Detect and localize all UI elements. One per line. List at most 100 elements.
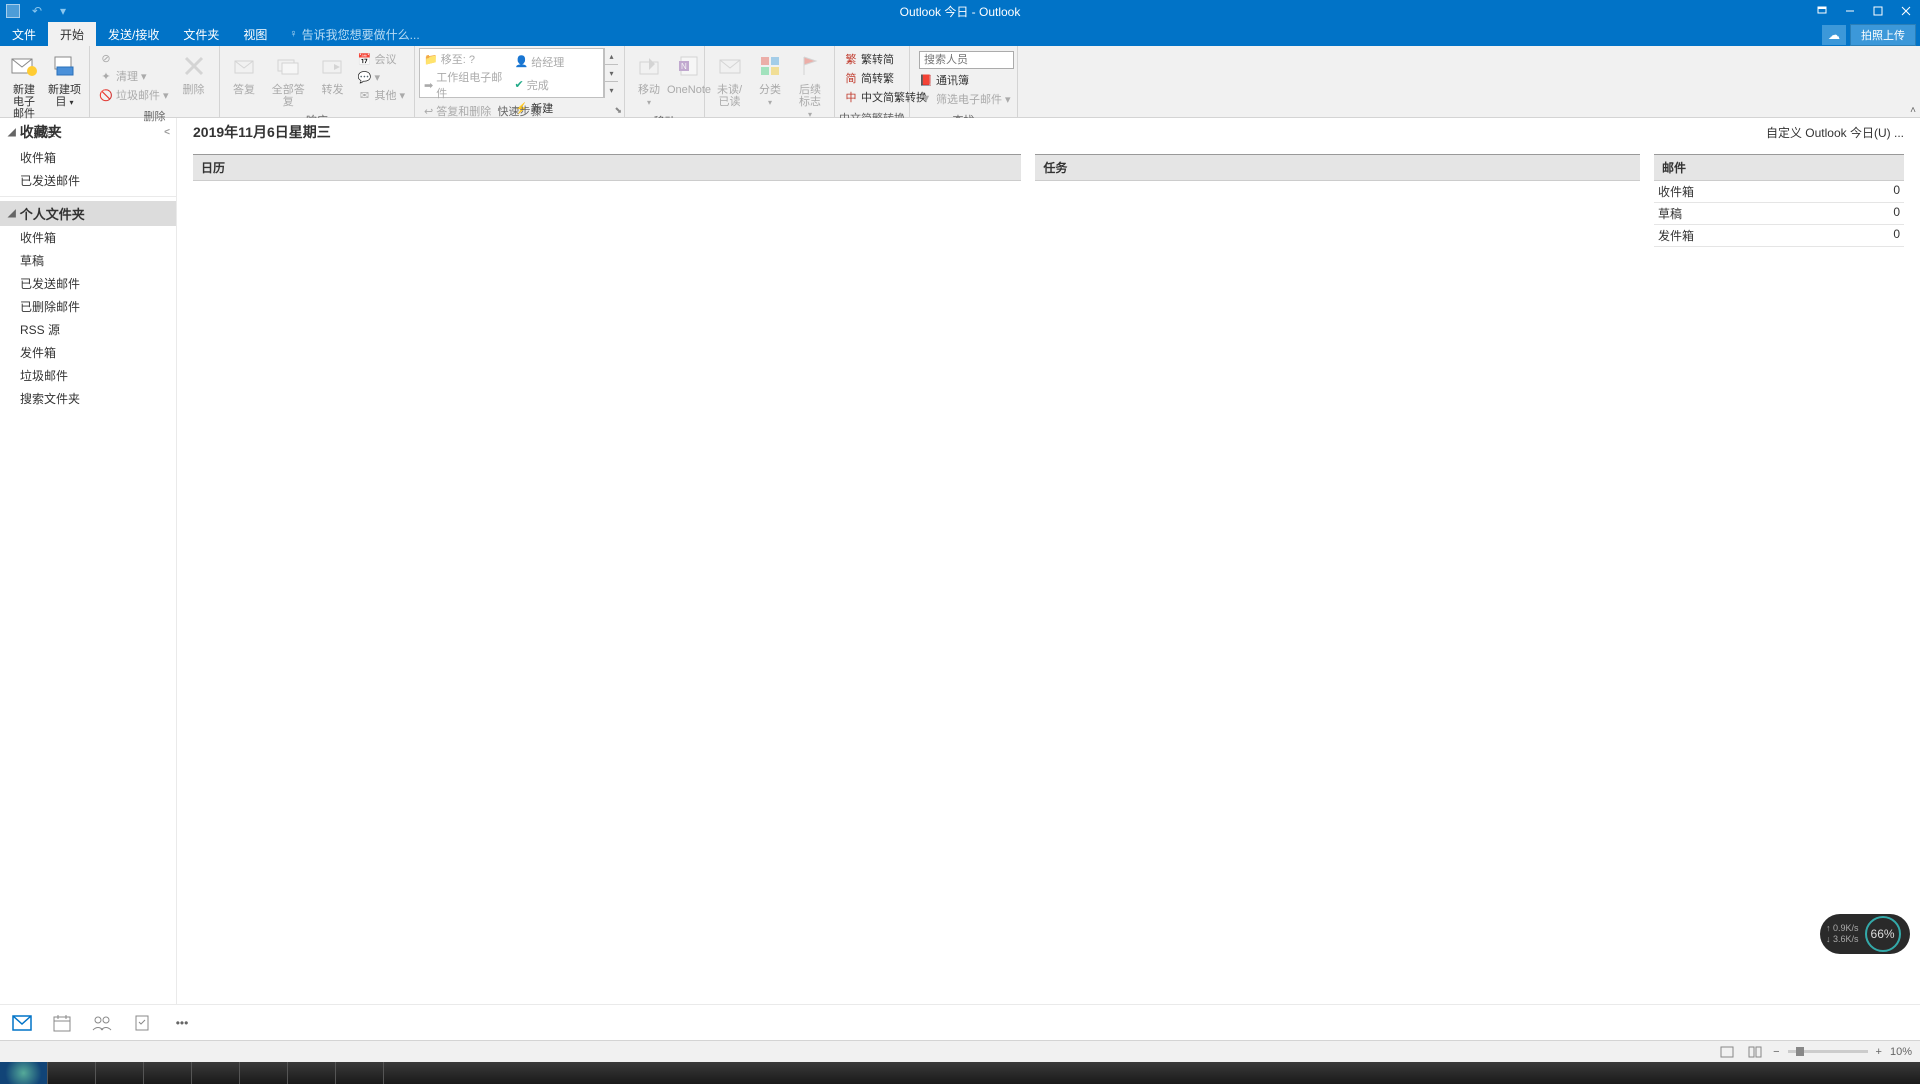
tasks-panel: 任务	[1035, 154, 1640, 247]
taskbar-app-7[interactable]	[336, 1062, 384, 1084]
other-button[interactable]: ✉其他 ▾	[354, 86, 408, 104]
taskbar	[0, 1062, 1920, 1084]
categorize-button[interactable]: 分类▾	[750, 48, 790, 111]
tab-folder[interactable]: 文件夹	[171, 22, 231, 46]
reply-all-icon	[272, 50, 304, 82]
onenote-icon: N	[673, 50, 705, 82]
nav-people-icon[interactable]	[92, 1013, 112, 1033]
title-bar: ↶ ▾ Outlook 今日 - Outlook	[0, 0, 1920, 22]
nav-tasks-icon[interactable]	[132, 1013, 152, 1033]
undo-button[interactable]: ↶	[28, 3, 46, 19]
minimize-button[interactable]	[1836, 0, 1864, 22]
view-reading-button[interactable]	[1745, 1044, 1765, 1060]
maximize-button[interactable]	[1864, 0, 1892, 22]
meeting-button[interactable]: 📅会议	[354, 50, 408, 68]
customize-link[interactable]: 自定义 Outlook 今日(U) ...	[1766, 124, 1904, 141]
qs-scroll-down[interactable]: ▾	[605, 65, 618, 82]
sidebar-item-outbox[interactable]: 发件箱	[0, 341, 176, 364]
collapse-ribbon-button[interactable]: ˄	[1910, 105, 1916, 116]
zoom-slider[interactable]	[1788, 1050, 1868, 1053]
view-normal-button[interactable]	[1717, 1044, 1737, 1060]
new-mail-button[interactable]: 新建 电子邮件	[4, 48, 44, 122]
start-button[interactable]	[0, 1062, 48, 1084]
usage-percent: 66%	[1865, 916, 1901, 952]
upload-button[interactable]: 拍照上传	[1850, 24, 1916, 46]
ribbon-options-button[interactable]	[1808, 0, 1836, 22]
tab-send-receive[interactable]: 发送/接收	[96, 22, 171, 46]
im-button[interactable]: 💬 ▾	[354, 69, 408, 85]
qs-scroll-up[interactable]: ▴	[605, 48, 618, 65]
move-button[interactable]: 移动▾	[629, 48, 669, 111]
flag-icon	[794, 50, 826, 82]
qs-expand[interactable]: ▾	[605, 82, 618, 98]
t2s-icon: 繁	[844, 52, 858, 66]
taskbar-app-3[interactable]	[144, 1062, 192, 1084]
onenote-button[interactable]: NOneNote	[669, 48, 709, 98]
forward-icon: ➡	[424, 79, 433, 92]
sidebar-item-sent[interactable]: 已发送邮件	[0, 169, 176, 192]
sidebar-item-drafts[interactable]: 草稿	[0, 249, 176, 272]
new-item-button[interactable]: 新建项目 ▾	[44, 48, 85, 111]
window-title: Outlook 今日 - Outlook	[900, 3, 1021, 20]
quick-steps-gallery[interactable]: 📁移至: ? ➡工作组电子邮件 ↩答复和删除 👤给经理 ✔完成 ⚡新建	[419, 48, 604, 98]
favorites-header[interactable]: ◢ 收藏夹 <	[0, 118, 176, 146]
unread-button[interactable]: 未读/已读	[709, 48, 750, 110]
tell-me-search[interactable]: ♀ 告诉我您想要做什么...	[289, 22, 419, 46]
forward-icon	[316, 50, 348, 82]
group-quicksteps-label: 快速步骤	[415, 103, 624, 117]
taskbar-app-4[interactable]	[192, 1062, 240, 1084]
search-people[interactable]	[916, 50, 1017, 70]
ignore-button[interactable]: ⊘	[96, 50, 172, 66]
convert-icon: 中	[844, 90, 858, 104]
junk-button[interactable]: 🚫垃圾邮件 ▾	[96, 86, 172, 104]
reply-button[interactable]: 答复	[224, 48, 264, 98]
zoom-out-button[interactable]: −	[1773, 1046, 1779, 1058]
delete-button[interactable]: 删除	[174, 48, 214, 98]
taskbar-app-1[interactable]	[48, 1062, 96, 1084]
network-widget[interactable]: ↑ 0.9K/s ↓ 3.6K/s 66%	[1820, 914, 1910, 954]
zoom-in-button[interactable]: +	[1876, 1046, 1882, 1058]
mail-row-drafts[interactable]: 草稿0	[1654, 203, 1904, 225]
addressbook-button[interactable]: 📕通讯簿	[916, 71, 1017, 89]
categorize-icon	[754, 50, 786, 82]
mail-row-inbox[interactable]: 收件箱0	[1654, 181, 1904, 203]
tab-home[interactable]: 开始	[48, 22, 96, 46]
new-mail-icon	[8, 50, 40, 82]
caret-down-icon: ◢	[8, 127, 16, 138]
followup-button[interactable]: 后续标志▾	[790, 48, 830, 123]
personal-folders-header[interactable]: ◢ 个人文件夹	[0, 201, 176, 226]
sidebar-item-rss[interactable]: RSS 源	[0, 318, 176, 341]
reply-icon	[228, 50, 260, 82]
tab-file[interactable]: 文件	[0, 22, 48, 46]
sidebar-item-sent2[interactable]: 已发送邮件	[0, 272, 176, 295]
nav-bar: •••	[0, 1004, 1920, 1040]
nav-calendar-icon[interactable]	[52, 1013, 72, 1033]
svg-text:N: N	[681, 62, 687, 71]
zoom-level[interactable]: 10%	[1890, 1046, 1912, 1058]
mail-header: 邮件	[1654, 155, 1904, 181]
cloud-upload-icon[interactable]: ☁	[1822, 25, 1846, 45]
nav-more-icon[interactable]: •••	[172, 1013, 192, 1033]
tasks-header: 任务	[1035, 155, 1640, 181]
sidebar-collapse-button[interactable]: <	[164, 127, 170, 138]
mail-row-outbox[interactable]: 发件箱0	[1654, 225, 1904, 247]
sidebar-item-deleted[interactable]: 已删除邮件	[0, 295, 176, 318]
quicksteps-launcher[interactable]: ⬊	[614, 105, 622, 116]
search-people-input[interactable]	[919, 51, 1014, 69]
clean-button[interactable]: ✦清理 ▾	[96, 67, 172, 85]
nav-mail-icon[interactable]	[12, 1013, 32, 1033]
forward-button[interactable]: 转发	[312, 48, 352, 98]
tab-view[interactable]: 视图	[231, 22, 279, 46]
upload-speed: ↑ 0.9K/s	[1826, 923, 1859, 934]
taskbar-app-5[interactable]	[240, 1062, 288, 1084]
sidebar-item-junk[interactable]: 垃圾邮件	[0, 364, 176, 387]
close-button[interactable]	[1892, 0, 1920, 22]
filter-button[interactable]: ▼筛选电子邮件 ▾	[916, 90, 1017, 108]
sidebar-item-inbox[interactable]: 收件箱	[0, 146, 176, 169]
sidebar-item-inbox2[interactable]: 收件箱	[0, 226, 176, 249]
taskbar-app-6[interactable]	[288, 1062, 336, 1084]
qat-customize-button[interactable]: ▾	[54, 3, 72, 19]
sidebar-item-search[interactable]: 搜索文件夹	[0, 387, 176, 410]
taskbar-app-2[interactable]	[96, 1062, 144, 1084]
reply-all-button[interactable]: 全部答复	[264, 48, 312, 110]
